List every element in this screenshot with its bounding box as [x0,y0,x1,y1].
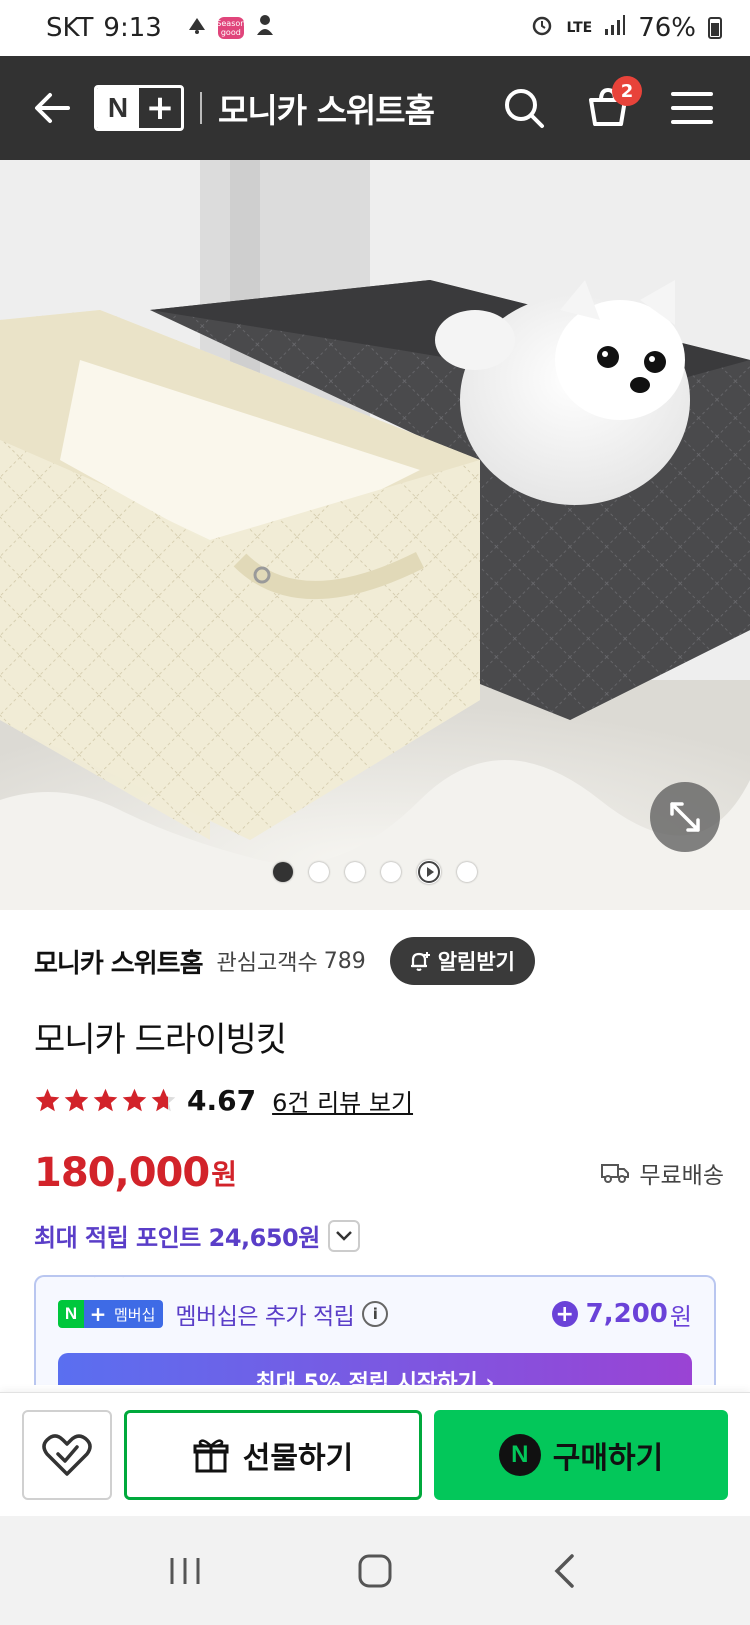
membership-pill-label: 멤버십 [112,1300,164,1328]
seller-name[interactable]: 모니카 스위트홈 [34,943,203,980]
product-photo [0,160,750,910]
header-store-name[interactable]: 모니카 스위트홈 [218,84,435,132]
heart-check-icon [42,1433,92,1476]
interest-label: 관심고객수 [216,951,318,976]
truck-icon [601,1164,630,1183]
back-arrow-icon [35,93,70,123]
membership-row: N + 멤버십 멤버십은 추가 적립 i + 7,200 원 [36,1277,714,1337]
battery-icon [708,17,722,39]
star-partial-icon [151,1088,176,1112]
recent-apps-icon [170,1557,200,1584]
cart-button[interactable]: 2 [584,76,642,132]
naver-plus-logo[interactable]: N + [94,85,184,131]
shipping-label: 무료배송 [639,1163,724,1189]
menu-button[interactable] [668,84,716,132]
gallery-dot[interactable] [381,862,401,882]
points-row: 최대 적립 포인트 24,650원 [34,1218,360,1253]
battery-percent: 76% [638,13,696,43]
info-icon[interactable]: i [362,1301,389,1327]
gallery-dot[interactable] [309,862,329,882]
max-points-text: 최대 적립 포인트 24,650원 [34,1224,320,1252]
back-button[interactable] [26,82,78,134]
membership-pill-plus: + [84,1300,112,1328]
gift-label: 선물하기 [242,1440,354,1476]
network-type: LTE [566,19,593,36]
star-full-icon [35,1088,60,1112]
expand-icon [670,802,700,832]
wishlist-button[interactable] [22,1409,112,1500]
home-button[interactable] [345,1541,405,1601]
points-expand-button[interactable] [327,1219,360,1252]
search-button[interactable] [500,84,548,132]
product-image-gallery[interactable] [0,160,750,910]
interest-count: 789 [323,948,366,974]
bonus-points-value: 7,200 [585,1299,668,1329]
header-divider [200,92,202,124]
subscribe-alarm-button[interactable]: 알림받기 [389,937,535,985]
seller-info: 모니카 스위트홈 관심고객수 789 알림받기 [34,932,724,990]
gallery-dot[interactable] [345,862,365,882]
search-icon [505,89,544,128]
star-full-icon [64,1088,89,1112]
status-bar: SKT 9:13 Season good LTE 76% [0,0,750,56]
chevron-down-icon [335,1230,352,1241]
shipping-info: 무료배송 [601,1156,724,1190]
purchase-action-bar: 선물하기 N 구매하기 [0,1392,750,1516]
price-row: 180,000 원 무료배송 [34,1150,724,1196]
gallery-video-dot[interactable] [417,860,441,884]
star-full-icon [122,1088,147,1112]
recent-apps-button[interactable] [155,1541,215,1601]
price-currency: 원 [211,1158,237,1191]
app-header: N + 모니카 스위트홈 2 [0,56,750,160]
bonus-points-unit: 원 [669,1302,692,1331]
signal-icon [604,13,626,43]
system-back-icon [554,1553,574,1588]
gift-button[interactable]: 선물하기 [124,1409,422,1500]
plus-circle-icon: + [551,1301,578,1327]
logo-n: N [97,88,139,128]
star-full-icon [93,1088,118,1112]
rating-value: 4.67 [187,1084,257,1117]
logo-plus: + [145,88,175,128]
play-icon [418,861,440,883]
membership-pill-n: N [58,1300,84,1328]
system-back-button[interactable] [535,1541,595,1601]
buy-label: 구매하기 [552,1440,664,1476]
system-navigation-bar [0,1516,750,1625]
price-value: 180,000 [34,1150,210,1196]
gallery-dot[interactable] [273,862,293,882]
naver-pay-n-icon: N [498,1433,541,1476]
product-title: 모니카 드라이빙킷 [34,1020,287,1060]
cart-count-badge: 2 [612,76,642,106]
app-badge-icon: Season good [216,17,246,39]
naver-plus-membership-pill: N + 멤버십 [58,1300,164,1328]
header-actions: 2 [500,76,716,132]
gallery-pagination [0,860,750,884]
status-left: SKT 9:13 Season good [46,13,276,44]
menu-icon [671,92,713,124]
buy-button[interactable]: N 구매하기 [434,1409,728,1500]
alarm-clock-icon [530,13,554,44]
gallery-dot[interactable] [457,862,477,882]
clock: 9:13 [103,13,162,43]
home-icon [358,1554,392,1587]
status-right: LTE 76% [530,13,722,44]
carrier-label: SKT [46,13,94,43]
review-link[interactable]: 6건 리뷰 보기 [272,1083,413,1118]
bell-plus-icon [410,952,430,971]
membership-start-button[interactable]: 최대 5% 적립 시작하기 › [58,1353,692,1385]
membership-banner: N + 멤버십 멤버십은 추가 적립 i + 7,200 원 최대 5% 적립 … [34,1275,716,1385]
airplay-icon [186,13,208,43]
membership-description: 멤버십은 추가 적립 [175,1304,355,1330]
notification-icon [254,13,276,44]
membership-bonus: + 7,200 원 [551,1297,692,1332]
rating-stars [34,1087,177,1114]
gift-icon [193,1438,229,1472]
alarm-label: 알림받기 [437,950,515,974]
expand-image-button[interactable] [650,782,720,852]
rating-row: 4.67 6건 리뷰 보기 [34,1083,413,1118]
